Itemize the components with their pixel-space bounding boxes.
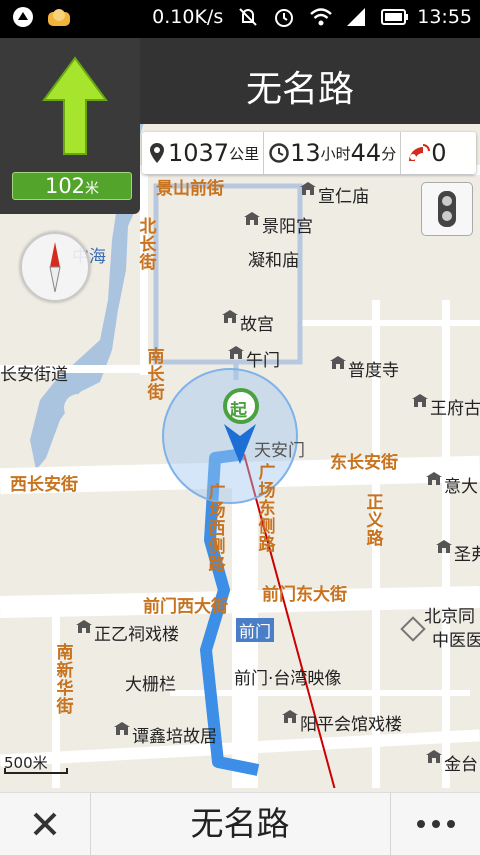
- road-zhengyi: 正义路: [366, 493, 384, 549]
- poi-wumen: 午门: [228, 346, 280, 371]
- remaining-distance: 1037 公里: [142, 132, 265, 174]
- start-marker: 起: [230, 401, 247, 421]
- more-dots-icon: [417, 820, 455, 828]
- close-icon: [33, 812, 57, 836]
- road-guangchang-west: 广场西侧路: [208, 483, 226, 575]
- next-turn-distance: 102米: [12, 172, 132, 200]
- current-road-name: 无名路: [245, 69, 354, 110]
- wifi-icon: [309, 6, 333, 28]
- bottom-road-name: 无名路: [190, 804, 290, 843]
- poi-pudu: 普度寺: [330, 356, 399, 381]
- temple-icon: [76, 620, 92, 639]
- temple-icon: [228, 346, 244, 365]
- temple-icon: [222, 310, 238, 329]
- app-icon-2: [46, 6, 70, 28]
- place-dashila: 大栅栏: [125, 675, 176, 695]
- traffic-toggle-button[interactable]: [421, 182, 473, 236]
- poi-jintai: 金台: [426, 750, 478, 775]
- battery-icon: [381, 6, 409, 28]
- route-info-bar: 1037 公里 13 小时 44 分 0: [142, 132, 476, 174]
- place-tiananmen: 天安门: [254, 441, 305, 461]
- status-bar: 0.10K/s 13:55: [0, 0, 480, 38]
- poi-wangfujing: 王府古: [412, 394, 480, 419]
- clock-icon: [268, 142, 290, 164]
- temple-icon: [436, 540, 452, 559]
- road-dongchangan: 东长安街: [330, 453, 398, 473]
- temple-icon: [426, 472, 442, 491]
- place-zhongyi: 中医医: [432, 631, 480, 651]
- remaining-time: 13 小时 44 分: [264, 132, 402, 174]
- temple-icon: [300, 182, 316, 201]
- road-xichangan: 西长安街: [10, 475, 78, 495]
- poi-yida: 意大: [426, 472, 478, 497]
- compass-button[interactable]: [20, 232, 90, 302]
- place-ninghe: 凝和庙: [248, 251, 299, 271]
- alarm-icon: [273, 6, 295, 28]
- camera-count: 0: [401, 132, 450, 174]
- road-qianmen-east: 前门东大街: [262, 585, 347, 605]
- app-icon: [12, 6, 34, 28]
- straight-arrow-icon: [42, 56, 108, 160]
- road-guangchang-east: 广场东侧路: [258, 463, 276, 555]
- poi-yangping: 阳平会馆戏楼: [282, 710, 402, 735]
- signal-icon: [345, 6, 367, 28]
- place-taiwan-film: 前门·台湾映像: [234, 669, 342, 689]
- location-pin-icon: [146, 141, 168, 165]
- road-qianmen-west: 前门西大街: [143, 597, 228, 617]
- poi-gugong: 故宫: [222, 310, 274, 335]
- compass-icon: [49, 242, 61, 293]
- road-nanxinhua: 南新华街: [56, 643, 74, 717]
- poi-jingyang: 景阳宫: [244, 212, 313, 237]
- clock: 13:55: [417, 6, 472, 28]
- poi-xuanren: 宣仁庙: [300, 182, 369, 207]
- net-speed: 0.10K/s: [152, 6, 224, 28]
- road-changan-dao: 长安街道: [0, 365, 68, 385]
- exit-navigation-button[interactable]: [0, 793, 91, 855]
- temple-icon: [330, 356, 346, 375]
- temple-icon: [244, 212, 260, 231]
- road-nanchang: 南长街: [147, 347, 165, 403]
- poi-zhengyi-ci: 正乙祠戏楼: [76, 620, 179, 645]
- more-options-button[interactable]: [390, 793, 480, 855]
- traffic-light-icon: [438, 191, 456, 227]
- scale-bar: [4, 768, 68, 774]
- temple-icon: [426, 750, 442, 769]
- temple-icon: [282, 710, 298, 729]
- temple-icon: [412, 394, 428, 413]
- qianmen-box: 前门: [236, 618, 275, 642]
- camera-icon: [405, 141, 431, 165]
- mute-icon: [237, 6, 259, 28]
- road-beichang: 北长街: [139, 217, 157, 273]
- poi-shengqi: 圣弗: [436, 540, 480, 565]
- road-jingshan: 景山前街: [156, 179, 224, 199]
- bottom-nav-bar: 无名路: [0, 792, 480, 855]
- temple-icon: [114, 722, 130, 741]
- turn-instruction-panel: 102米: [0, 38, 140, 214]
- poi-tanxinpei: 谭鑫培故居: [114, 722, 217, 747]
- place-beijing-tong: 北京同: [424, 607, 475, 627]
